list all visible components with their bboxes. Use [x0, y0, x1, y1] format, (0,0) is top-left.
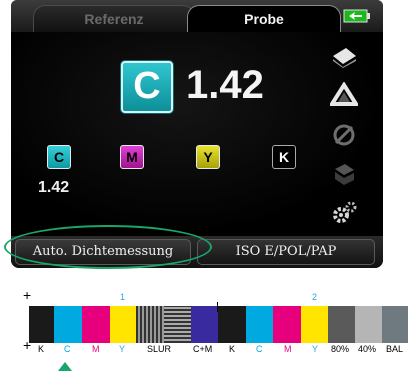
strip-label-80: 80% [331, 344, 350, 354]
tick-mark [217, 302, 218, 312]
prism-icon[interactable] [330, 82, 358, 108]
strip-label-k2: K [229, 344, 236, 354]
strip-patch-slur [136, 306, 164, 343]
strip-label-bal: BAL [386, 344, 404, 354]
strip-label-y2: Y [312, 344, 319, 354]
strip-patch-m2 [273, 306, 301, 343]
highlight-oval [4, 225, 212, 269]
pages-icon[interactable] [330, 42, 358, 68]
channel-chip-m[interactable]: M [120, 145, 144, 169]
strip-patch-k2 [218, 306, 246, 343]
tab-referenz[interactable]: Referenz [33, 5, 195, 33]
registration-mark-top: + [23, 287, 32, 303]
strip-patch-bal [382, 306, 408, 343]
iso-standard-button[interactable]: ISO E/POL/PAP [197, 239, 375, 265]
strip-patch-k [29, 306, 54, 343]
battery-charging-icon [343, 9, 370, 23]
channel-chip-k[interactable]: K [272, 145, 296, 169]
strip-label-c: C [64, 344, 71, 354]
tab-probe[interactable]: Probe [187, 5, 341, 33]
tab-bar: Referenz Probe [11, 0, 383, 33]
strip-patch-40 [355, 306, 382, 343]
strip-label-40: 40% [358, 344, 377, 354]
stack-icon[interactable] [330, 160, 358, 186]
strip-label-m: M [92, 344, 100, 354]
strip-label-c2: C [256, 344, 263, 354]
registration-mark-bottom: + [23, 337, 32, 353]
measurement-panel: C 1.42 C M Y K 1.42 [11, 32, 383, 236]
strip-group-number-1: 1 [120, 292, 126, 302]
strip-patch-c [54, 306, 82, 343]
strip-label-m2: M [284, 344, 292, 354]
strip-patch-c2 [246, 306, 273, 343]
primary-channel-badge[interactable]: C [121, 61, 173, 113]
strip-patch-cm [191, 306, 218, 343]
strip-patch-m [82, 306, 110, 343]
strip-label-slur: SLUR [147, 344, 172, 354]
channel-chip-c[interactable]: C [47, 145, 71, 169]
strip-patch-y2 [301, 306, 328, 343]
no-filter-icon[interactable] [330, 122, 358, 148]
channel-chip-y[interactable]: Y [196, 145, 220, 169]
strip-group-number-2: 2 [312, 292, 318, 302]
strip-patch-80 [328, 306, 355, 343]
strip-label-y: Y [119, 344, 126, 354]
channel-value-c: 1.42 [38, 179, 70, 196]
strip-label-cm: C+M [193, 344, 213, 354]
gear-icon[interactable] [330, 200, 358, 226]
primary-density-value: 1.42 [186, 63, 264, 107]
strip-label-k: K [38, 344, 45, 354]
strip-patch-y [110, 306, 136, 343]
strip-patch-slur-h [164, 306, 191, 343]
